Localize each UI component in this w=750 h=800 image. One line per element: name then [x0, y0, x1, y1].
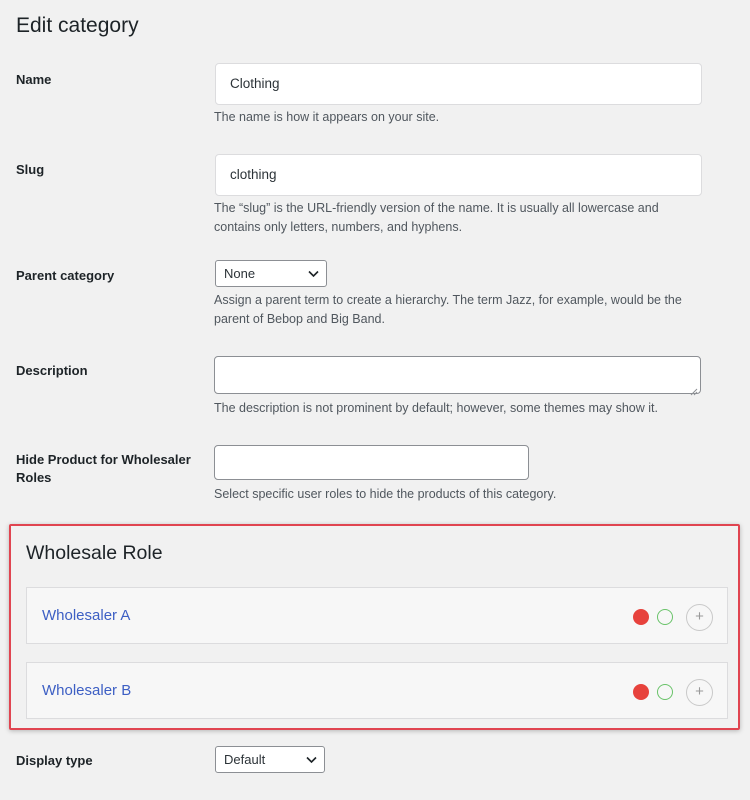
parent-category-select[interactable]: None — [215, 260, 327, 287]
hide-product-help: Select specific user roles to hide the p… — [214, 487, 557, 501]
parent-category-value: None — [224, 266, 256, 281]
green-status-circle-icon[interactable] — [657, 684, 673, 700]
chevron-down-icon — [305, 747, 317, 772]
parent-help-line-2: parent of Bebop and Big Band. — [214, 312, 385, 326]
role-card[interactable]: Wholesaler B + — [26, 662, 728, 719]
red-status-dot-icon[interactable] — [633, 609, 649, 625]
slug-help-line-1: The “slug” is the URL-friendly version o… — [214, 201, 659, 215]
wholesale-role-section: Wholesale Role Wholesaler A + Wholesaler… — [9, 524, 740, 730]
parent-category-label: Parent category — [16, 268, 115, 283]
role-name-link[interactable]: Wholesaler B — [42, 663, 131, 718]
green-status-circle-icon[interactable] — [657, 609, 673, 625]
display-type-label: Display type — [16, 753, 93, 768]
hide-product-label: Hide Product for Wholesaler Roles — [16, 451, 191, 487]
resize-grip-icon[interactable] — [690, 383, 698, 396]
display-type-value: Default — [224, 752, 266, 767]
name-label: Name — [16, 72, 52, 87]
role-card[interactable]: Wholesaler A + — [26, 587, 728, 644]
hide-product-roles-input[interactable] — [214, 445, 529, 480]
red-status-dot-icon[interactable] — [633, 684, 649, 700]
chevron-down-icon — [307, 261, 319, 286]
hide-product-label-line-1: Hide Product for Wholesaler — [16, 452, 191, 467]
slug-input[interactable]: clothing — [215, 154, 702, 196]
role-name-link[interactable]: Wholesaler A — [42, 588, 130, 643]
description-textarea[interactable] — [214, 356, 701, 396]
description-help: The description is not prominent by defa… — [214, 401, 658, 415]
plus-icon[interactable]: + — [686, 679, 713, 706]
page-title: Edit category — [16, 14, 139, 37]
wholesale-role-title: Wholesale Role — [26, 542, 163, 564]
slug-label: Slug — [16, 162, 45, 177]
slug-help: The “slug” is the URL-friendly version o… — [214, 199, 694, 237]
name-help: The name is how it appears on your site. — [214, 110, 440, 124]
description-label: Description — [16, 363, 88, 378]
hide-product-label-line-2: Roles — [16, 470, 52, 485]
parent-category-help: Assign a parent term to create a hierarc… — [214, 291, 694, 329]
display-type-select[interactable]: Default — [215, 746, 325, 773]
parent-help-line-1: Assign a parent term to create a hierarc… — [214, 293, 682, 307]
name-input[interactable]: Clothing — [215, 63, 702, 105]
slug-help-line-2: contains only letters, numbers, and hyph… — [214, 220, 463, 234]
plus-icon[interactable]: + — [686, 604, 713, 631]
